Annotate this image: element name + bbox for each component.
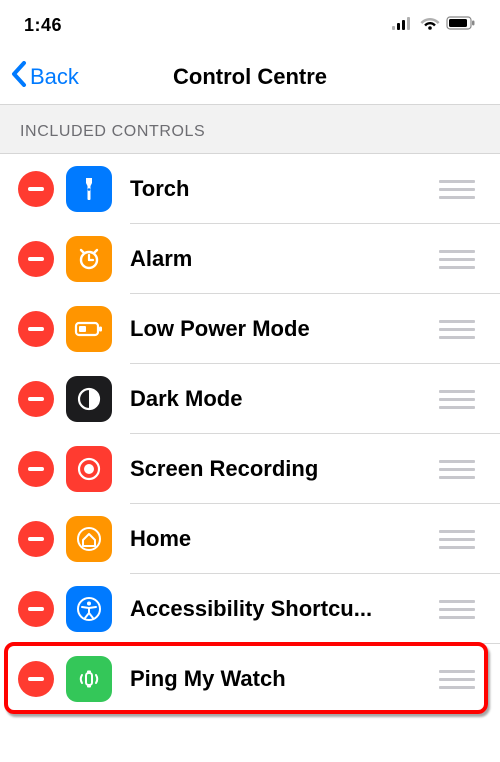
control-label: Accessibility Shortcu...: [130, 596, 434, 622]
cellular-icon: [392, 16, 414, 35]
reorder-handle[interactable]: [434, 600, 480, 619]
control-row: Home: [0, 504, 500, 574]
remove-button[interactable]: [18, 591, 54, 627]
control-label: Dark Mode: [130, 386, 434, 412]
status-time: 1:46: [24, 15, 62, 36]
remove-button[interactable]: [18, 171, 54, 207]
status-indicators: [392, 16, 476, 35]
reorder-handle[interactable]: [434, 460, 480, 479]
darkmode-icon: [66, 376, 112, 422]
battery-icon: [446, 16, 476, 35]
control-row: Screen Recording: [0, 434, 500, 504]
minus-icon: [28, 257, 44, 261]
remove-button[interactable]: [18, 661, 54, 697]
remove-button[interactable]: [18, 521, 54, 557]
torch-icon: [66, 166, 112, 212]
alarm-icon: [66, 236, 112, 282]
minus-icon: [28, 467, 44, 471]
reorder-handle[interactable]: [434, 180, 480, 199]
reorder-handle[interactable]: [434, 320, 480, 339]
control-label: Low Power Mode: [130, 316, 434, 342]
minus-icon: [28, 397, 44, 401]
remove-button[interactable]: [18, 241, 54, 277]
control-label: Torch: [130, 176, 434, 202]
reorder-handle[interactable]: [434, 530, 480, 549]
nav-bar: Back Control Centre: [0, 50, 500, 104]
controls-list: Torch Alarm Low Power Mode Dark Mode Screen …: [0, 154, 500, 714]
control-row: Ping My Watch: [0, 644, 500, 714]
remove-button[interactable]: [18, 451, 54, 487]
minus-icon: [28, 327, 44, 331]
control-label: Screen Recording: [130, 456, 434, 482]
section-header: INCLUDED CONTROLS: [0, 104, 500, 154]
accessibility-icon: [66, 586, 112, 632]
remove-button[interactable]: [18, 311, 54, 347]
remove-button[interactable]: [18, 381, 54, 417]
back-button[interactable]: Back: [10, 61, 79, 93]
reorder-handle[interactable]: [434, 390, 480, 409]
home-icon: [66, 516, 112, 562]
ping-icon: [66, 656, 112, 702]
minus-icon: [28, 537, 44, 541]
back-label: Back: [30, 64, 79, 90]
control-row: Alarm: [0, 224, 500, 294]
control-row: Dark Mode: [0, 364, 500, 434]
minus-icon: [28, 607, 44, 611]
control-label: Alarm: [130, 246, 434, 272]
record-icon: [66, 446, 112, 492]
control-label: Home: [130, 526, 434, 552]
reorder-handle[interactable]: [434, 250, 480, 269]
minus-icon: [28, 187, 44, 191]
status-bar: 1:46: [0, 0, 500, 50]
wifi-icon: [420, 16, 440, 35]
control-row: Accessibility Shortcu...: [0, 574, 500, 644]
control-row: Low Power Mode: [0, 294, 500, 364]
control-label: Ping My Watch: [130, 666, 434, 692]
chevron-left-icon: [10, 61, 28, 93]
control-row: Torch: [0, 154, 500, 224]
minus-icon: [28, 677, 44, 681]
reorder-handle[interactable]: [434, 670, 480, 689]
battery-icon: [66, 306, 112, 352]
